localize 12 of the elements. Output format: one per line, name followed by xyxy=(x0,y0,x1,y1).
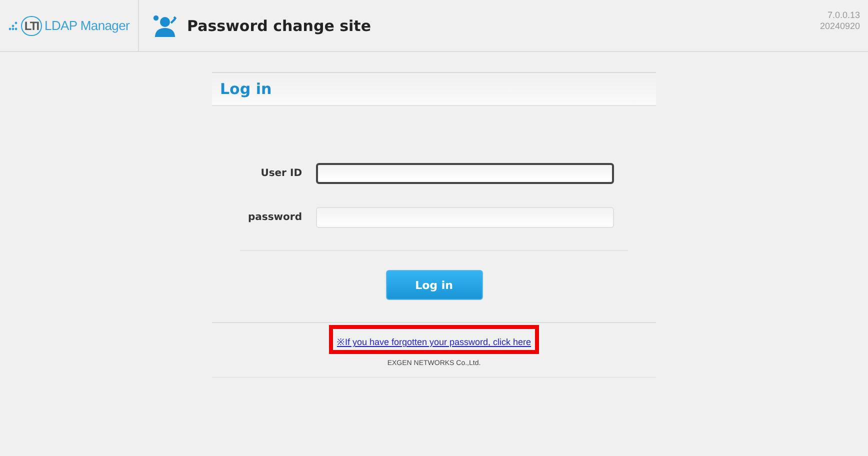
card-title: Log in xyxy=(220,80,272,98)
field-label: password xyxy=(246,212,302,223)
input-field[interactable] xyxy=(316,163,614,184)
logo-mark: LTI xyxy=(21,16,42,36)
dots-icon xyxy=(8,20,18,30)
version-number: 7.0.0.13 xyxy=(827,10,860,21)
field-label: User ID xyxy=(260,168,302,179)
forgot-password-link[interactable]: ※If you have forgotten your password, click here xyxy=(336,337,532,347)
build-date: 20240920 xyxy=(820,21,860,32)
person-wrench-icon xyxy=(153,14,177,36)
app-name: LDAP Manager xyxy=(44,18,130,33)
site-title: Password change site xyxy=(187,16,372,34)
